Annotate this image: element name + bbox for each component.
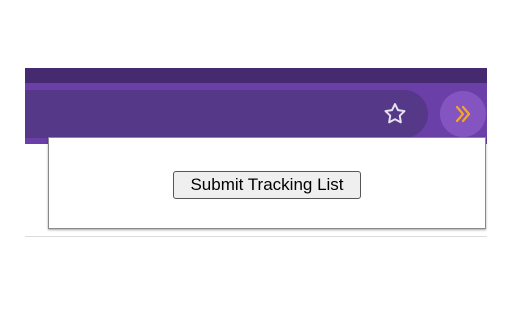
extension-popup: Submit Tracking List [48, 137, 486, 229]
address-bar[interactable] [25, 90, 428, 138]
bookmark-star-button[interactable] [381, 100, 409, 128]
star-icon [384, 103, 406, 124]
tab-strip [25, 68, 487, 83]
double-chevron-right-icon [455, 105, 471, 123]
screenshot-stage: Submit Tracking List [0, 0, 512, 320]
submit-tracking-list-button[interactable]: Submit Tracking List [173, 171, 361, 199]
browser-toolbar [25, 68, 487, 144]
extension-button[interactable] [440, 91, 486, 137]
page-divider [25, 236, 487, 237]
